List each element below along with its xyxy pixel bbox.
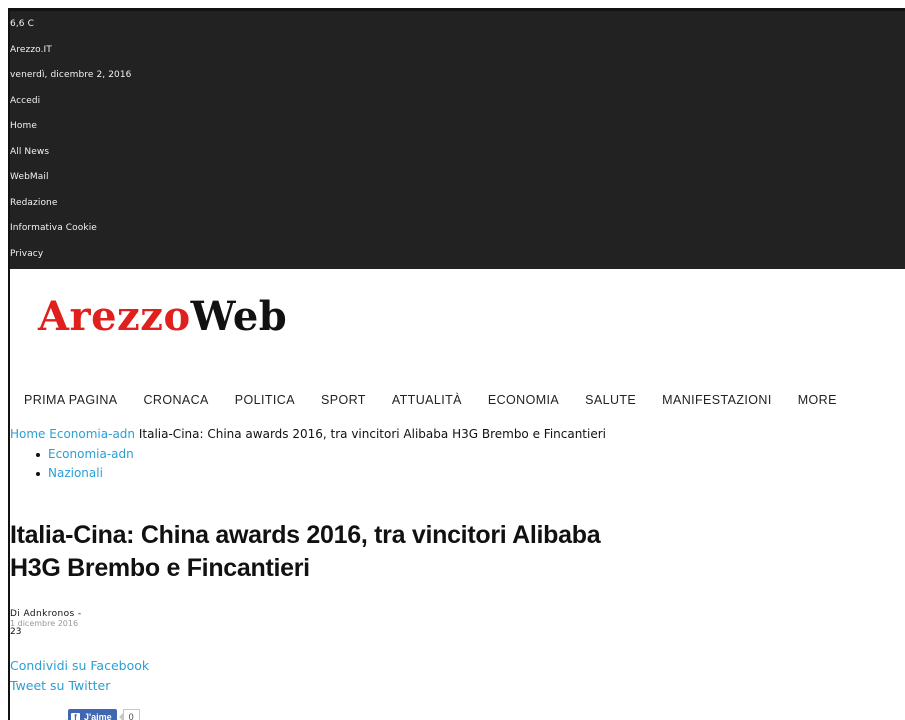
login-link[interactable]: Accedi xyxy=(10,90,905,116)
weather-text: 6,6 C xyxy=(10,19,34,29)
bullet-icon xyxy=(36,452,40,457)
article-meta: Di Adnkronos - 1 dicembre 2016 23 xyxy=(10,609,82,637)
redazione-link[interactable]: Redazione xyxy=(10,192,905,218)
breadcrumb-section[interactable]: Economia-adn xyxy=(49,427,135,441)
category-label: Nazionali xyxy=(48,466,103,480)
share-twitter-link[interactable]: Tweet su Twitter xyxy=(10,677,149,697)
nav-salute[interactable]: SALUTE xyxy=(585,393,636,407)
top-bar: 6,6 C Arezzo.IT venerdì, dicembre 2, 201… xyxy=(10,11,905,269)
article-author: Di Adnkronos - xyxy=(10,609,82,619)
nav-more[interactable]: MORE xyxy=(798,393,837,407)
home-link[interactable]: Home xyxy=(10,115,905,141)
all-news-link[interactable]: All News xyxy=(10,141,905,167)
privacy-link[interactable]: Privacy xyxy=(10,243,905,269)
logo-part-arezzo: Arezzo xyxy=(38,293,191,340)
article-title: Italia-Cina: China awards 2016, tra vinc… xyxy=(10,519,710,585)
nav-cronaca[interactable]: CRONACA xyxy=(143,393,208,407)
facebook-like-button[interactable]: f J'aime xyxy=(68,709,117,720)
like-count: 0 xyxy=(118,709,140,720)
share-facebook-link[interactable]: Condividi su Facebook xyxy=(10,657,149,677)
webmail-link[interactable]: WebMail xyxy=(10,166,905,192)
facebook-icon: f xyxy=(71,712,80,720)
nav-politica[interactable]: POLITICA xyxy=(235,393,295,407)
like-widget: f J'aime 0 xyxy=(50,709,140,720)
like-label: J'aime xyxy=(84,712,112,720)
article-title-line-2: H3G Brembo e Fincantieri xyxy=(10,554,310,582)
logo-part-web: Web xyxy=(190,293,288,340)
comment-count: 23 xyxy=(10,627,22,637)
nav-sport[interactable]: SPORT xyxy=(321,393,366,407)
page-frame: 6,6 C Arezzo.IT venerdì, dicembre 2, 201… xyxy=(8,8,905,720)
nav-economia[interactable]: ECONOMIA xyxy=(488,393,559,407)
nav-attualita[interactable]: ATTUALITÀ xyxy=(392,393,462,407)
category-item[interactable]: Economia-adn xyxy=(36,445,134,464)
category-label: Economia-adn xyxy=(48,447,134,461)
article-title-line-1: Italia-Cina: China awards 2016, tra vinc… xyxy=(10,521,601,549)
site-link[interactable]: Arezzo.IT xyxy=(10,39,905,65)
share-links: Condividi su Facebook Tweet su Twitter xyxy=(10,657,149,697)
category-item[interactable]: Nazionali xyxy=(36,464,134,483)
date-text: venerdì, dicembre 2, 2016 xyxy=(10,70,132,80)
breadcrumb-current: Italia-Cina: China awards 2016, tra vinc… xyxy=(138,427,606,441)
main-nav: PRIMA PAGINA CRONACA POLITICA SPORT ATTU… xyxy=(24,393,837,407)
nav-manifestazioni[interactable]: MANIFESTAZIONI xyxy=(662,393,772,407)
category-list: Economia-adn Nazionali xyxy=(36,445,134,483)
breadcrumb-home[interactable]: Home xyxy=(10,427,45,441)
breadcrumb: Home Economia-adn Italia-Cina: China awa… xyxy=(10,427,606,441)
cookie-info-link[interactable]: Informativa Cookie xyxy=(10,217,905,243)
nav-prima-pagina[interactable]: PRIMA PAGINA xyxy=(24,393,117,407)
site-logo[interactable]: ArezzoWeb xyxy=(38,293,287,340)
bullet-icon xyxy=(36,471,40,476)
